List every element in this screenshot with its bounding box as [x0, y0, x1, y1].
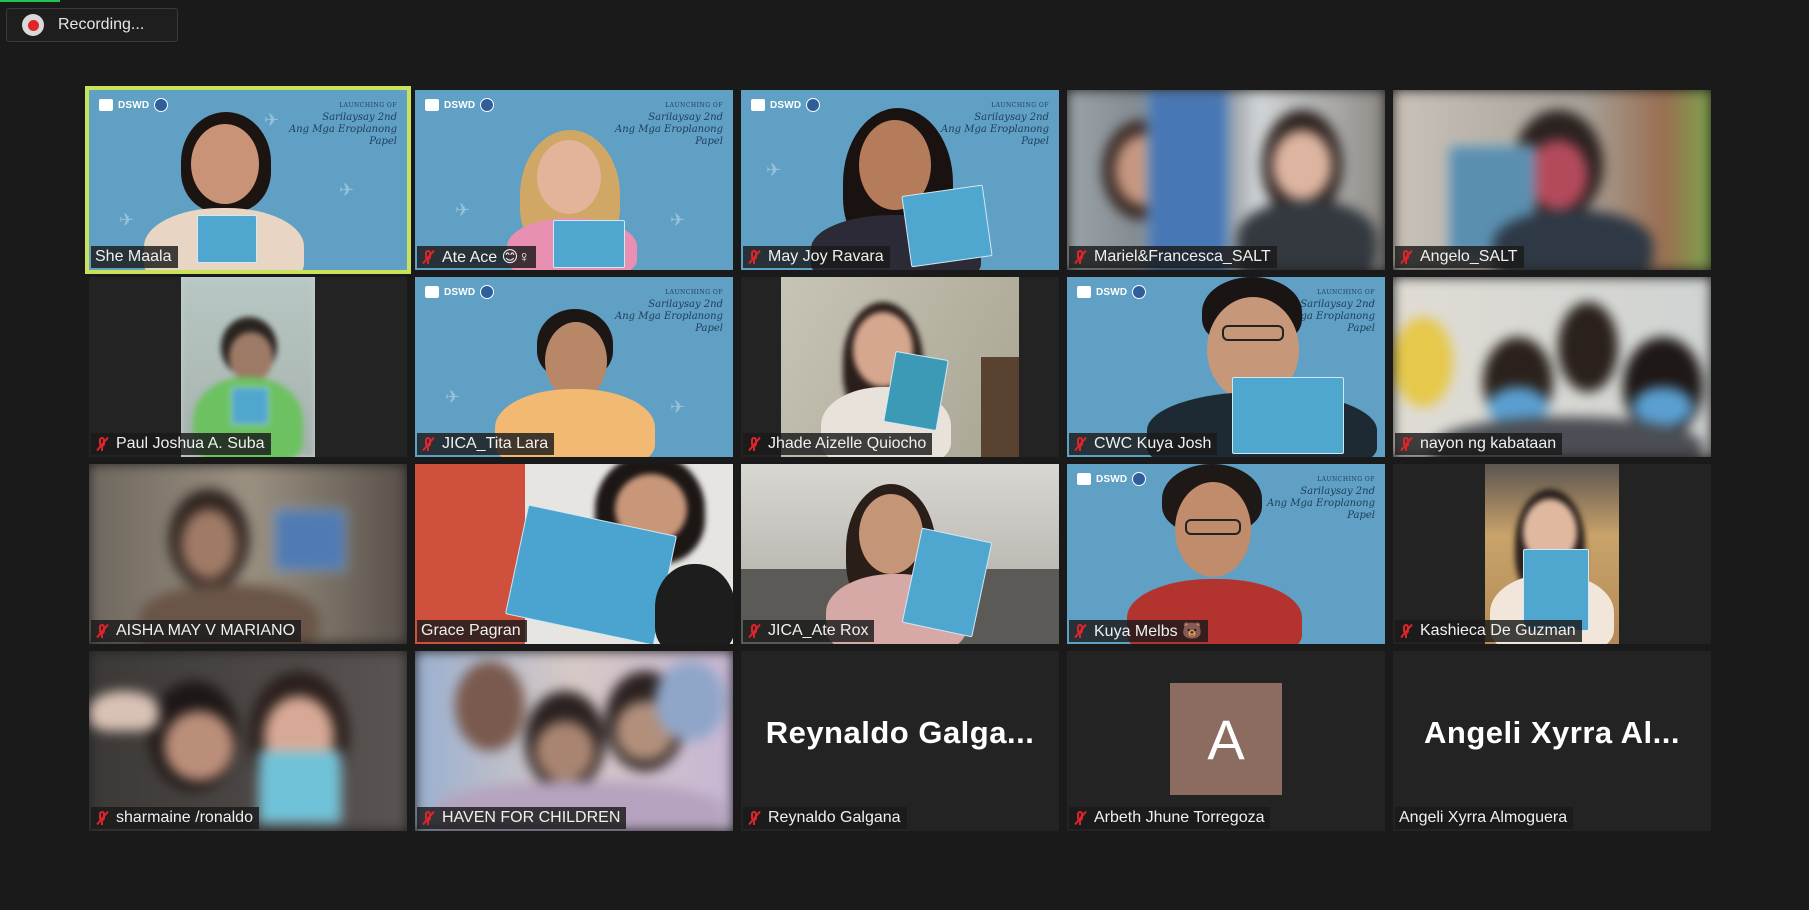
- participant-tile[interactable]: HAVEN FOR CHILDREN: [415, 651, 733, 831]
- participant-video: DSWD LAUNCHING OF Sarilaysay 2nd Ang Mga E…: [415, 277, 733, 457]
- record-icon: [22, 14, 44, 36]
- participant-tile[interactable]: Jhade Aizelle Quiocho: [741, 277, 1059, 457]
- muted-mic-icon: [1399, 249, 1413, 265]
- muted-mic-icon: [747, 436, 761, 452]
- participant-tile[interactable]: Reynaldo Galga... Reynaldo Galgana: [741, 651, 1059, 831]
- participant-name: She Maala: [91, 246, 178, 268]
- participant-video: [415, 651, 733, 831]
- participant-name: Angelo_SALT: [1395, 246, 1524, 268]
- participant-name: Ate Ace 😊♀: [417, 246, 537, 268]
- muted-mic-icon: [1399, 623, 1413, 639]
- muted-mic-icon: [1399, 436, 1413, 452]
- participant-video: [89, 651, 407, 831]
- participant-tile[interactable]: DSWD LAUNCHING OF Sarilaysay 2nd Ang Mga E…: [741, 90, 1059, 270]
- muted-mic-icon: [95, 436, 109, 452]
- muted-mic-icon: [421, 249, 435, 265]
- participant-video: DSWD LAUNCHING OF Sarilaysay 2nd Ang Mga E…: [89, 90, 407, 270]
- recording-indicator[interactable]: Recording...: [6, 8, 178, 42]
- avatar: A: [1170, 683, 1282, 795]
- gallery-view: DSWD LAUNCHING OF Sarilaysay 2nd Ang Mga E…: [85, 86, 1711, 831]
- muted-mic-icon: [1073, 623, 1087, 639]
- participant-name: Angeli Xyrra Almoguera: [1395, 807, 1574, 829]
- participant-video: DSWD LAUNCHING OF Sarilaysay 2nd Ang Mga E…: [1067, 464, 1385, 644]
- dswd-logos: DSWD: [99, 98, 169, 112]
- muted-mic-icon: [1073, 436, 1087, 452]
- participant-tile[interactable]: JICA_Ate Rox: [741, 464, 1059, 644]
- muted-mic-icon: [95, 810, 109, 826]
- participant-tile[interactable]: Kashieca De Guzman: [1393, 464, 1711, 644]
- muted-mic-icon: [747, 810, 761, 826]
- participant-name: Jhade Aizelle Quiocho: [743, 433, 933, 455]
- participant-name: AISHA MAY V MARIANO: [91, 620, 302, 642]
- participant-video: [1067, 90, 1385, 270]
- participant-tile[interactable]: Angeli Xyrra Al... Angeli Xyrra Almoguer…: [1393, 651, 1711, 831]
- participant-name: Kuya Melbs 🐻: [1069, 620, 1208, 642]
- banner-title: LAUNCHING OF Sarilaysay 2nd Ang Mga Eropla…: [289, 102, 397, 147]
- participant-name: JICA_Ate Rox: [743, 620, 875, 642]
- participant-tile[interactable]: A Arbeth Jhune Torregoza: [1067, 651, 1385, 831]
- participant-name: HAVEN FOR CHILDREN: [417, 807, 627, 829]
- muted-mic-icon: [747, 623, 761, 639]
- participant-name: sharmaine /ronaldo: [91, 807, 259, 829]
- participant-video: [89, 464, 407, 644]
- participant-tile[interactable]: Paul Joshua A. Suba: [89, 277, 407, 457]
- muted-mic-icon: [747, 249, 761, 265]
- participant-video: [1393, 90, 1711, 270]
- participant-name: JICA_Tita Lara: [417, 433, 555, 455]
- participant-tile[interactable]: DSWD LAUNCHING OF Sarilaysay 2nd Ang Mga E…: [1067, 277, 1385, 457]
- participant-name: Arbeth Jhune Torregoza: [1069, 807, 1271, 829]
- participant-video: [1485, 464, 1619, 644]
- video-off-name: Reynaldo Galga...: [765, 715, 1035, 750]
- participant-video: DSWD LAUNCHING OF Sarilaysay 2nd Ang Mga E…: [1067, 277, 1385, 457]
- participant-tile[interactable]: nayon ng kabataan: [1393, 277, 1711, 457]
- participant-name: Paul Joshua A. Suba: [91, 433, 271, 455]
- participant-tile[interactable]: Angelo_SALT: [1393, 90, 1711, 270]
- participant-tile[interactable]: Mariel&Francesca_SALT: [1067, 90, 1385, 270]
- muted-mic-icon: [421, 810, 435, 826]
- participant-name: Mariel&Francesca_SALT: [1069, 246, 1277, 268]
- participant-tile[interactable]: Grace Pagran: [415, 464, 733, 644]
- participant-video: DSWD LAUNCHING OF Sarilaysay 2nd Ang Mga E…: [415, 90, 733, 270]
- participant-tile[interactable]: DSWD LAUNCHING OF Sarilaysay 2nd Ang Mga E…: [415, 277, 733, 457]
- muted-mic-icon: [95, 623, 109, 639]
- participant-video: [741, 464, 1059, 644]
- participant-name: CWC Kuya Josh: [1069, 433, 1218, 455]
- participant-name: May Joy Ravara: [743, 246, 890, 268]
- participant-tile[interactable]: AISHA MAY V MARIANO: [89, 464, 407, 644]
- participant-name: nayon ng kabataan: [1395, 433, 1563, 455]
- participant-name: Kashieca De Guzman: [1395, 620, 1582, 642]
- participant-tile[interactable]: DSWD LAUNCHING OF Sarilaysay 2nd Ang Mga E…: [1067, 464, 1385, 644]
- participant-video: [781, 277, 1019, 457]
- participant-video: DSWD LAUNCHING OF Sarilaysay 2nd Ang Mga E…: [741, 90, 1059, 270]
- muted-mic-icon: [1073, 249, 1087, 265]
- participant-video: [181, 277, 315, 457]
- participant-name: Reynaldo Galgana: [743, 807, 907, 829]
- participant-tile[interactable]: DSWD LAUNCHING OF Sarilaysay 2nd Ang Mga E…: [85, 86, 411, 274]
- participant-name: Grace Pagran: [417, 620, 527, 642]
- video-off-name: Angeli Xyrra Al...: [1424, 715, 1680, 750]
- muted-mic-icon: [1073, 810, 1087, 826]
- participant-video: [415, 464, 733, 644]
- participant-video: [1393, 277, 1711, 457]
- muted-mic-icon: [421, 436, 435, 452]
- participant-tile[interactable]: sharmaine /ronaldo: [89, 651, 407, 831]
- participant-tile[interactable]: DSWD LAUNCHING OF Sarilaysay 2nd Ang Mga E…: [415, 90, 733, 270]
- window-accent-bar: [0, 0, 60, 2]
- recording-label: Recording...: [58, 16, 145, 33]
